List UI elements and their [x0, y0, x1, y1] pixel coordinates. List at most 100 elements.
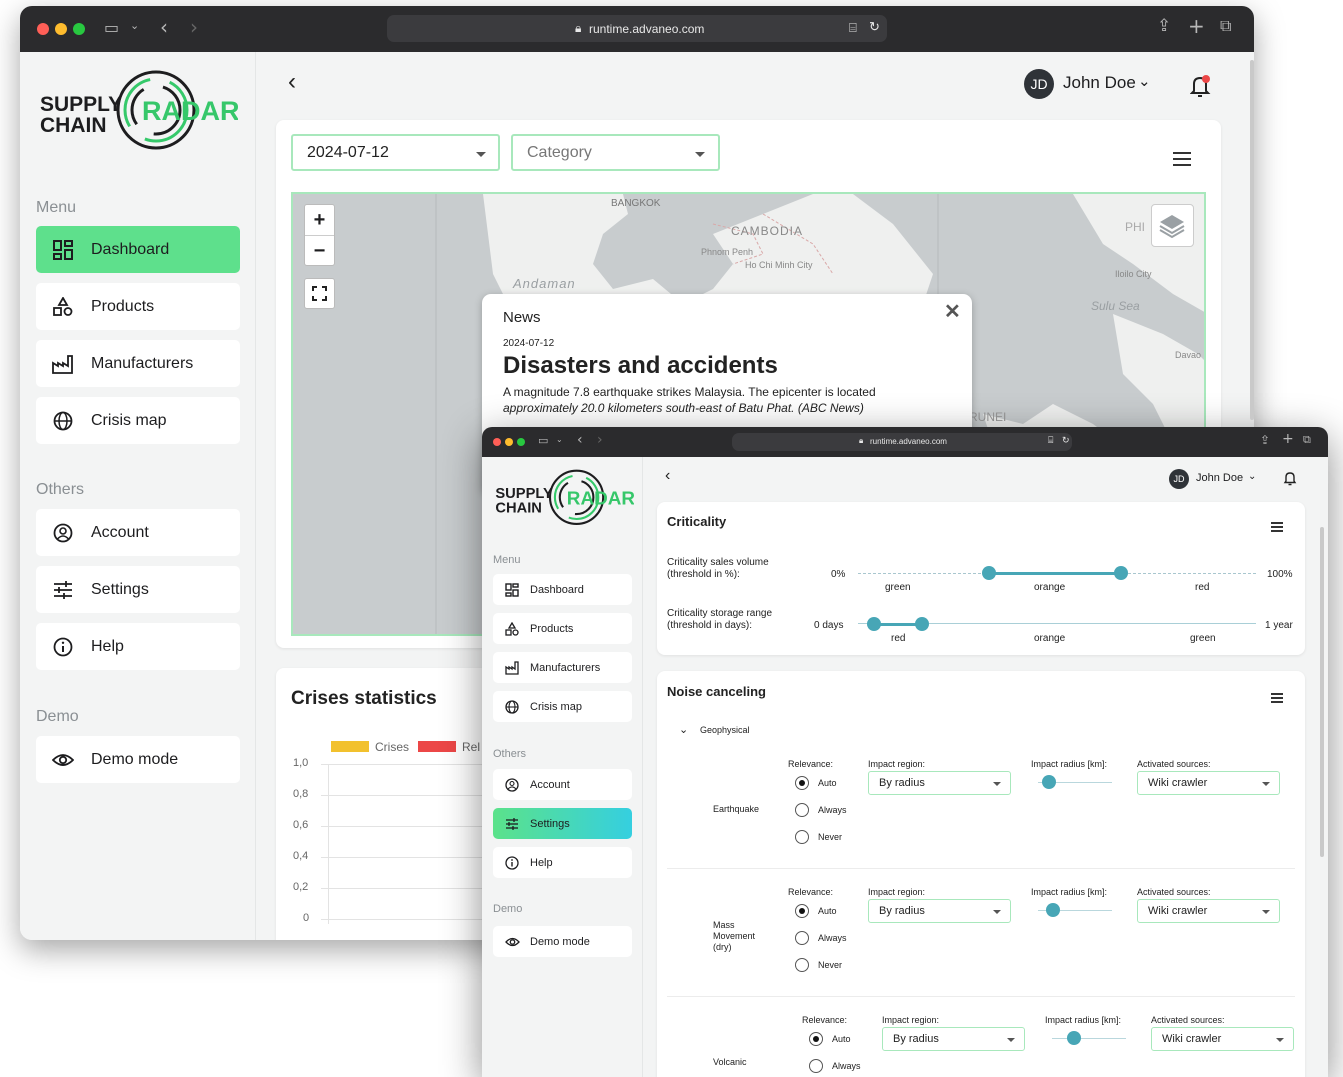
avatar[interactable]: JD [1024, 69, 1054, 99]
sidebar-item-help[interactable]: Help [493, 847, 632, 878]
user-name[interactable]: John Doe [1196, 472, 1243, 484]
impact-radius-handle[interactable] [1045, 903, 1060, 917]
chevron-down-icon[interactable]: ⌄ [1248, 471, 1256, 482]
sidebar-item-label: Account [91, 523, 149, 541]
sidebar-item-settings[interactable]: Settings [493, 808, 632, 839]
scrollbar[interactable] [1250, 60, 1254, 420]
relevance-never-radio[interactable] [795, 958, 809, 972]
relevance-always-radio[interactable] [809, 1059, 823, 1073]
close-icon[interactable]: ✕ [944, 299, 961, 324]
map-label: Sulu Sea [1091, 299, 1140, 313]
storage-slider-high-handle[interactable] [914, 617, 929, 631]
translate-icon[interactable]: ⌸ [849, 20, 857, 36]
impact-radius-handle[interactable] [1042, 775, 1057, 789]
impact-radius-handle[interactable] [1067, 1031, 1082, 1045]
sales-slider-high-handle[interactable] [1113, 566, 1128, 580]
minimize-window-dot[interactable] [55, 23, 67, 35]
map-label: Phnom Penh [701, 247, 754, 257]
scrollbar[interactable] [1320, 527, 1324, 857]
close-window-dot[interactable] [37, 23, 49, 35]
sidebar-item-products[interactable]: Products [36, 283, 240, 330]
impact-radius-track[interactable] [1052, 1038, 1126, 1039]
new-tab-icon[interactable]: + [1282, 431, 1294, 447]
back-arrow-icon[interactable]: ‹ [665, 467, 670, 485]
translate-icon[interactable]: ⌸ [1048, 435, 1053, 446]
sales-volume-label: Criticality sales volume [667, 557, 769, 568]
browser-back-icon[interactable]: ‹ [160, 15, 168, 39]
sidebar-toggle-icon[interactable]: ▭ [104, 18, 119, 37]
chevron-down-icon[interactable]: ⌄ [1138, 72, 1151, 90]
tabs-overview-icon[interactable]: ⧉ [1220, 16, 1231, 36]
new-tab-icon[interactable]: + [1188, 14, 1205, 38]
back-arrow-icon[interactable]: ‹ [288, 68, 296, 96]
sidebar-item-dashboard[interactable]: Dashboard [36, 226, 240, 273]
browser-back-icon[interactable]: ‹ [577, 432, 583, 448]
sidebar-item-dashboard[interactable]: Dashboard [493, 574, 632, 605]
impact-region-select[interactable]: By radius [868, 899, 1011, 923]
menu-icon[interactable] [1173, 152, 1191, 166]
impact-region-select[interactable]: By radius [868, 771, 1011, 795]
browser-forward-icon[interactable]: › [597, 432, 603, 448]
chevron-down-icon[interactable]: ⌄ [556, 435, 563, 444]
sales-slider-low-handle[interactable] [982, 566, 997, 580]
maximize-window-dot[interactable] [73, 23, 85, 35]
tabs-overview-icon[interactable]: ⧉ [1303, 433, 1311, 447]
layers-button[interactable] [1151, 204, 1194, 247]
browser-forward-icon[interactable]: › [190, 15, 198, 39]
sidebar-item-crisis-map[interactable]: Crisis map [493, 691, 632, 722]
relevance-auto-radio[interactable] [795, 904, 809, 918]
relevance-always-radio[interactable] [795, 803, 809, 817]
bell-icon[interactable] [1190, 74, 1212, 98]
zoom-out-button[interactable]: − [305, 236, 334, 266]
date-select[interactable]: 2024-07-12 [291, 134, 500, 171]
close-window-dot[interactable] [493, 438, 501, 446]
bell-icon[interactable] [1283, 470, 1297, 486]
relevance-auto-radio[interactable] [795, 776, 809, 790]
zoom-in-button[interactable]: + [305, 205, 334, 235]
menu-icon[interactable] [1271, 522, 1283, 532]
crises-title: Crises statistics [291, 688, 437, 709]
impact-region-select[interactable]: By radius [882, 1027, 1025, 1051]
relevance-auto-radio[interactable] [809, 1032, 823, 1046]
sales-min-label: 0% [831, 569, 846, 580]
category-select[interactable]: Category [511, 134, 720, 171]
sidebar-item-help[interactable]: Help [36, 623, 240, 670]
logo[interactable]: SUPPLY CHAIN RADAR [38, 70, 240, 152]
user-name[interactable]: John Doe [1063, 73, 1136, 93]
lock-icon: 🔒︎ [859, 436, 864, 445]
activated-sources-select[interactable]: Wiki crawler [1151, 1027, 1294, 1051]
url-bar[interactable]: 🔒︎ runtime.advaneo.com ⌸ ↻ [732, 433, 1072, 451]
sidebar-item-settings[interactable]: Settings [36, 566, 240, 613]
logo[interactable]: SUPPLY CHAIN RADAR [494, 469, 635, 527]
storage-slider-low-handle[interactable] [866, 617, 881, 631]
share-icon[interactable]: ⇪ [1260, 433, 1270, 447]
reload-icon[interactable]: ↻ [869, 19, 880, 35]
sidebar-item-demo-mode[interactable]: Demo mode [493, 926, 632, 957]
sidebar-item-products[interactable]: Products [493, 613, 632, 644]
chevron-down-icon[interactable]: ⌄ [130, 19, 139, 32]
sidebar-item-manufacturers[interactable]: Manufacturers [36, 340, 240, 387]
activated-sources-select[interactable]: Wiki crawler [1137, 771, 1280, 795]
map-label: Davao [1175, 350, 1202, 360]
group-label[interactable]: Geophysical [700, 725, 750, 735]
maximize-window-dot[interactable] [517, 438, 525, 446]
share-icon[interactable]: ⇪ [1157, 16, 1171, 36]
sidebar-item-account[interactable]: Account [493, 769, 632, 800]
sidebar-item-crisis-map[interactable]: Crisis map [36, 397, 240, 444]
sidebar-item-account[interactable]: Account [36, 509, 240, 556]
chevron-down-icon[interactable]: ⌄ [679, 723, 688, 736]
relevance-always-radio[interactable] [795, 931, 809, 945]
sidebar-toggle-icon[interactable]: ▭ [538, 434, 548, 447]
avatar[interactable]: JD [1169, 469, 1189, 489]
activated-sources-select[interactable]: Wiki crawler [1137, 899, 1280, 923]
sidebar-item-manufacturers[interactable]: Manufacturers [493, 652, 632, 683]
url-bar[interactable]: 🔒︎ runtime.advaneo.com ⌸ ↻ [387, 15, 887, 42]
fullscreen-button[interactable] [304, 278, 335, 309]
impact-radius-label: Impact radius [km]: [1031, 759, 1108, 769]
minimize-window-dot[interactable] [505, 438, 513, 446]
sidebar-item-demo-mode[interactable]: Demo mode [36, 736, 240, 783]
menu-icon[interactable] [1271, 693, 1283, 703]
relevance-never-radio[interactable] [795, 830, 809, 844]
reload-icon[interactable]: ↻ [1062, 435, 1070, 446]
sidebar-item-label: Products [530, 622, 574, 635]
